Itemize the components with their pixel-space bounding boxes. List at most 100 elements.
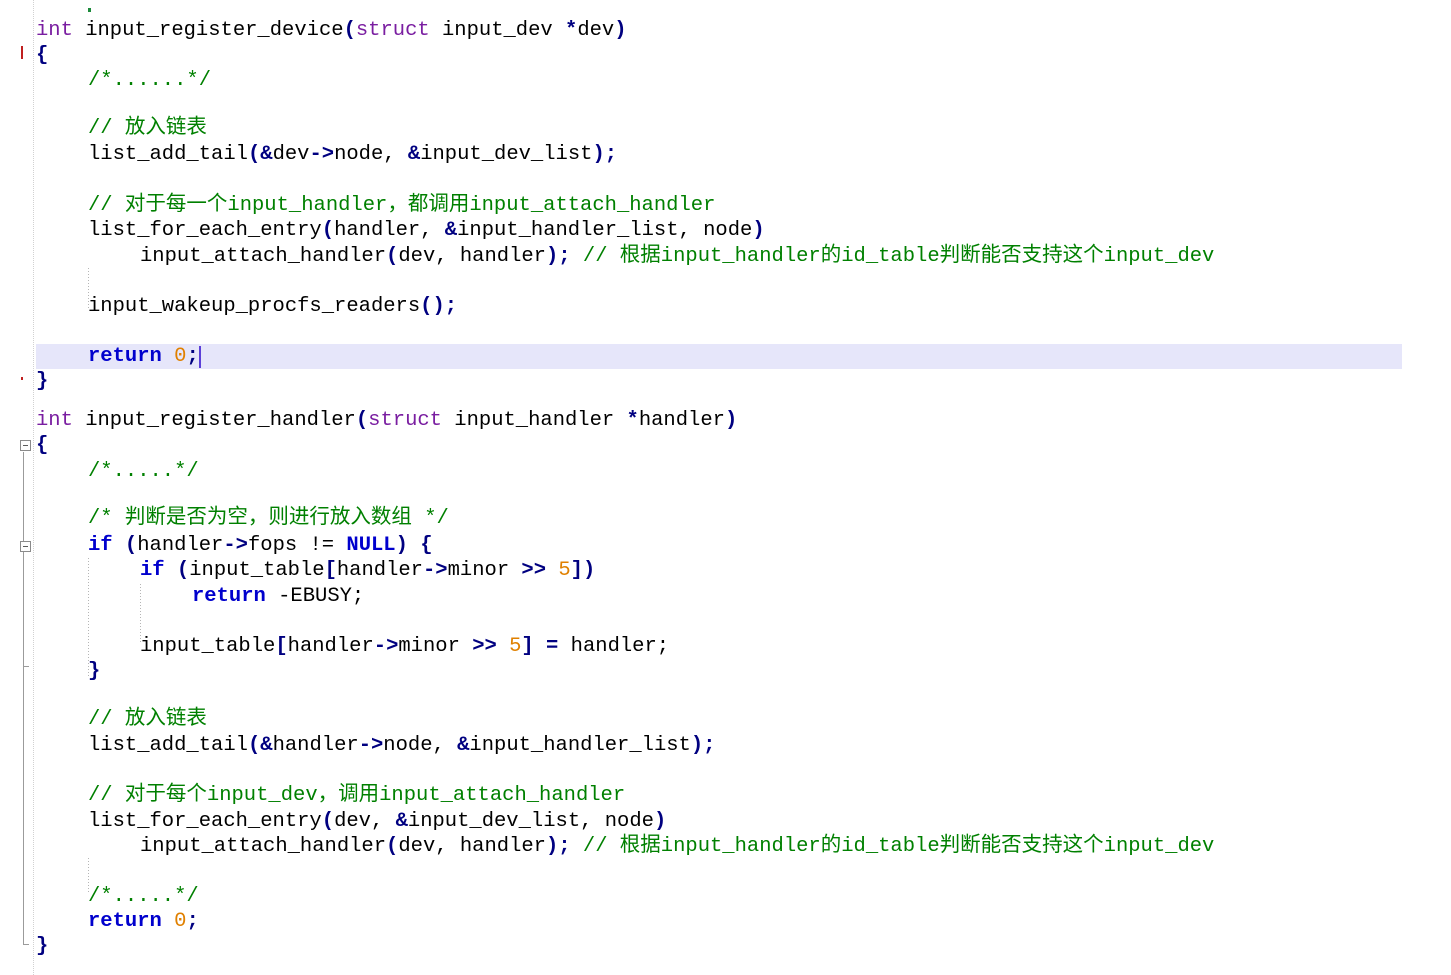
token-punctuation: ) (614, 19, 627, 42)
token-identifier: handler (137, 534, 224, 557)
token-keyword-if: if (140, 559, 165, 582)
code-line[interactable]: { (36, 433, 48, 458)
token-punctuation: ] (521, 635, 534, 658)
code-line[interactable]: /*......*/ (88, 68, 211, 93)
gutter-divider (33, 0, 34, 975)
token-punctuation: ) (752, 219, 765, 242)
token-comment: // 根据input_handler的id_table判断能否支持这个input… (570, 835, 1215, 858)
fold-marker-close-function-1[interactable] (21, 377, 25, 380)
token-punctuation: ( (247, 143, 261, 166)
token-punctuation: ); (545, 245, 571, 268)
token-identifier: input_handler_list, node (457, 219, 753, 242)
token-identifier: -EBUSY; (265, 585, 365, 608)
token-punctuation: & (260, 143, 273, 166)
code-line[interactable]: /*.....*/ (88, 459, 199, 484)
token-identifier: list_add_tail (88, 734, 248, 757)
token-identifier: input_attach_handler (140, 245, 387, 268)
code-line[interactable]: { (36, 43, 48, 68)
code-line[interactable]: // 对于每一个input_handler，都调用input_attach_ha… (88, 193, 715, 218)
token-punctuation: ( (321, 219, 335, 242)
token-punctuation: & (407, 143, 421, 166)
code-line[interactable]: return -EBUSY; (192, 584, 364, 609)
fold-range-line-function-2 (23, 452, 24, 944)
token-punctuation: ; (186, 345, 199, 368)
code-line[interactable]: } (36, 934, 48, 959)
token-punctuation: & (395, 810, 408, 833)
token-number: 5 (509, 635, 522, 658)
code-line-current[interactable]: return 0; (88, 344, 199, 369)
fold-marker-open-function-2[interactable] (20, 440, 31, 451)
code-line[interactable]: // 放入链表 (88, 116, 207, 141)
token-identifier: handler, (334, 219, 445, 242)
token-identifier: dev, (334, 810, 396, 833)
token-identifier: input_handler_list (469, 734, 691, 757)
token-identifier: handler; (558, 635, 670, 658)
code-line[interactable]: input_attach_handler(dev, handler); // 根… (140, 244, 1214, 269)
current-line-highlight (36, 344, 1402, 369)
token-brace: } (36, 935, 49, 958)
code-line[interactable]: /*.....*/ (88, 884, 199, 909)
token-identifier: list_for_each_entry (88, 810, 322, 833)
code-line[interactable]: return 0; (88, 909, 199, 934)
token-identifier: dev, handler (398, 245, 546, 268)
token-keyword-if: if (88, 534, 113, 557)
code-line[interactable]: list_for_each_entry(dev, &input_dev_list… (88, 809, 666, 834)
code-line[interactable]: } (88, 659, 100, 684)
code-line[interactable]: list_add_tail(&handler->node, &input_han… (88, 733, 715, 758)
fold-marker-open-function-1[interactable] (21, 46, 26, 59)
code-line[interactable]: input_wakeup_procfs_readers(); (88, 294, 457, 319)
token-comment: // 对于每一个input_handler，都调用input_attach_ha… (88, 194, 716, 217)
token-punctuation: ) (395, 534, 408, 557)
token-identifier: handler (336, 559, 423, 582)
token-comment: // 放入链表 (88, 708, 207, 731)
token-keyword: int (36, 409, 73, 432)
token-identifier: input_attach_handler (140, 835, 387, 858)
token-number: 0 (174, 910, 187, 933)
code-area[interactable]: int input_register_device(struct input_d… (36, 0, 1451, 975)
token-keyword-return: return (88, 345, 162, 368)
token-comment: /*......*/ (88, 69, 212, 92)
fold-range-foot-function-2 (23, 944, 29, 945)
code-line[interactable]: /* 判断是否为空，则进行放入数组 */ (88, 506, 449, 531)
code-line[interactable]: list_for_each_entry(handler, &input_hand… (88, 218, 765, 243)
code-editor[interactable]: int input_register_device(struct input_d… (0, 0, 1451, 975)
token-punctuation: -> (309, 143, 335, 166)
token-punctuation: -> (358, 734, 384, 757)
token-punctuation: ; (186, 910, 199, 933)
code-line[interactable]: // 对于每个input_dev，调用input_attach_handler (88, 783, 625, 808)
token-punctuation: ( (321, 810, 335, 833)
code-line[interactable]: } (36, 369, 48, 394)
token-punctuation: [ (275, 635, 288, 658)
code-line[interactable]: input_attach_handler(dev, handler); // 根… (140, 834, 1214, 859)
text-caret (199, 346, 201, 368)
token-identifier: minor (447, 559, 522, 582)
fold-gutter[interactable] (0, 0, 36, 975)
token-identifier: list_for_each_entry (88, 219, 322, 242)
token-punctuation: & (260, 734, 273, 757)
token-identifier: input_handler (441, 409, 627, 432)
code-line[interactable]: list_add_tail(&dev->node, &input_dev_lis… (88, 142, 617, 167)
token-identifier: handler (638, 409, 725, 432)
fold-marker-open-if-block[interactable] (20, 541, 31, 552)
token-punctuation: -> (423, 559, 448, 582)
token-punctuation: (); (420, 295, 458, 318)
token-keyword-return: return (88, 910, 162, 933)
token-comment: // 对于每个input_dev，调用input_attach_handler (88, 784, 626, 807)
code-line[interactable]: if (handler->fops != NULL) { (88, 533, 433, 558)
code-line[interactable]: input_table[handler->minor >> 5] = handl… (140, 634, 669, 659)
code-line[interactable]: // 放入链表 (88, 707, 207, 732)
code-line[interactable]: int input_register_handler(struct input_… (36, 408, 737, 433)
token-comment: /* 判断是否为空，则进行放入数组 */ (88, 507, 449, 530)
code-line[interactable]: int input_register_device(struct input_d… (36, 18, 627, 43)
token-punctuation: ); (690, 734, 716, 757)
token-identifier: handler (272, 734, 359, 757)
token-punctuation: ( (247, 734, 261, 757)
token-punctuation: * (565, 19, 578, 42)
token-identifier: dev, handler (398, 835, 546, 858)
token-keyword: struct (368, 409, 442, 432)
token-punctuation: ); (592, 143, 618, 166)
code-line[interactable]: if (input_table[handler->minor >> 5]) (140, 558, 595, 583)
